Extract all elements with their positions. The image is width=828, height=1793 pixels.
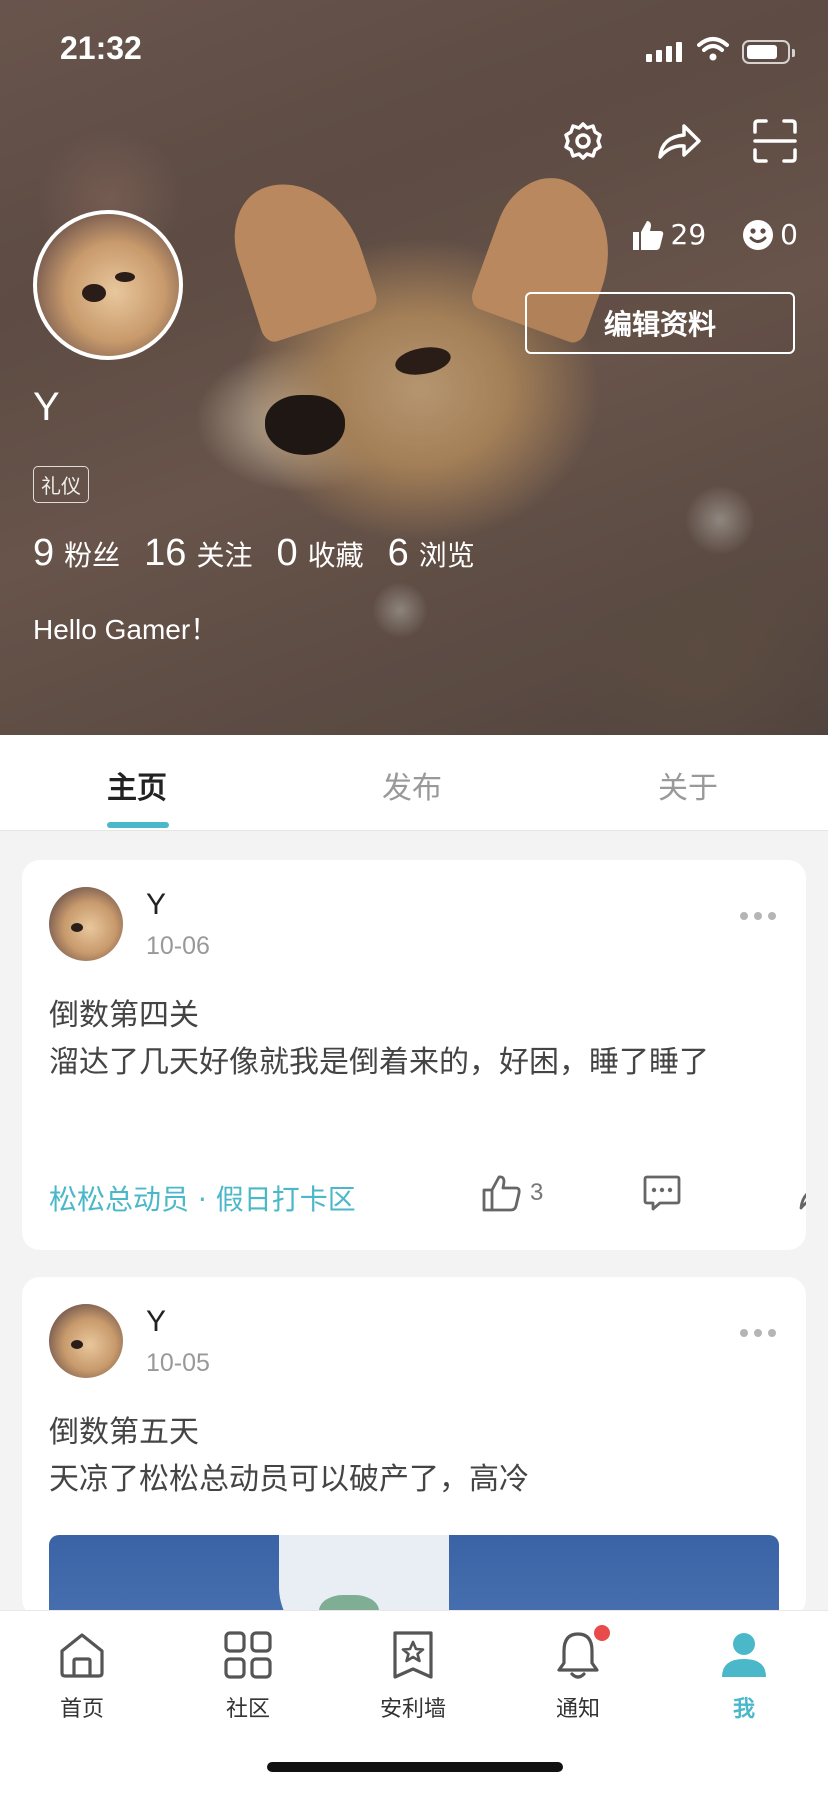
profile-tabs: 主页 发布 关于 — [0, 735, 828, 831]
tab-home[interactable]: 主页 — [107, 763, 167, 807]
bell-icon — [552, 1625, 610, 1681]
nav-label: 首页 — [59, 1697, 104, 1722]
post-title: 倒数第五天 — [49, 1415, 199, 1450]
nav-label: 通知 — [555, 1697, 600, 1722]
stat-followers[interactable]: 9 粉丝 — [33, 532, 120, 575]
nav-label: 安利墙 — [379, 1697, 446, 1722]
cover-image-detail — [265, 395, 345, 455]
profile-avatar[interactable] — [33, 210, 183, 360]
status-time: 21:32 — [60, 30, 142, 66]
likes-stat[interactable]: 29 — [631, 218, 707, 251]
post-author-avatar[interactable] — [49, 1304, 123, 1378]
status-bar: 21:32 — [0, 0, 828, 100]
nav-home[interactable]: 首页 — [27, 1629, 137, 1723]
edit-profile-button[interactable]: 编辑资料 — [525, 292, 795, 354]
home-icon — [56, 1629, 108, 1681]
stat-favorites[interactable]: 0 收藏 — [276, 532, 363, 575]
user-icon — [718, 1629, 770, 1681]
thumbs-up-icon — [632, 220, 663, 250]
stat-label: 收藏 — [307, 539, 364, 572]
share-post-button[interactable] — [722, 1175, 806, 1211]
smile-count: 0 — [780, 218, 798, 251]
nav-notifications[interactable]: 通知 — [523, 1625, 633, 1723]
post-image[interactable] — [49, 1535, 779, 1617]
post-author[interactable]: Y — [146, 888, 166, 922]
tab-posts[interactable]: 发布 — [382, 763, 442, 807]
post-date: 10-05 — [146, 1349, 210, 1377]
post-author-avatar[interactable] — [49, 887, 123, 961]
profile-stats: 9 粉丝 16 关注 0 收藏 6 浏览 — [33, 532, 475, 575]
stat-number: 16 — [144, 532, 187, 574]
signal-icon — [646, 42, 686, 62]
nav-community[interactable]: 社区 — [193, 1629, 303, 1723]
post-topic-link[interactable]: 松松总动员 · 假日打卡区 — [49, 1178, 356, 1218]
battery-icon — [742, 40, 795, 64]
stat-number: 0 — [276, 532, 298, 574]
share-outline-icon — [799, 1193, 806, 1210]
share-icon[interactable] — [656, 118, 702, 164]
stat-following[interactable]: 16 关注 — [144, 532, 252, 575]
scan-icon[interactable] — [752, 118, 798, 164]
user-tag: 礼仪 — [33, 466, 89, 503]
top-actions — [560, 118, 798, 164]
wifi-icon — [697, 36, 729, 66]
like-button[interactable]: 3 — [482, 1174, 602, 1212]
cover-image-detail — [219, 165, 381, 345]
smile-icon — [743, 219, 774, 250]
nav-me[interactable]: 我 — [689, 1629, 799, 1723]
tab-about[interactable]: 关于 — [658, 763, 718, 807]
nav-label: 我 — [732, 1697, 755, 1722]
thumbs-up-outline-icon — [482, 1175, 521, 1212]
post-card[interactable]: Y 10-05 倒数第五天 天凉了松松总动员可以破产了，高冷 — [22, 1277, 806, 1617]
stat-views[interactable]: 6 浏览 — [388, 532, 475, 575]
stat-number: 9 — [33, 532, 55, 574]
more-options-icon[interactable] — [740, 1327, 776, 1339]
cover-image-detail — [393, 343, 453, 379]
profile-username: Y — [33, 385, 60, 429]
post-title: 倒数第四关 — [49, 998, 199, 1033]
star-bookmark-icon — [387, 1629, 439, 1681]
comment-button[interactable] — [602, 1175, 722, 1211]
stat-label: 粉丝 — [64, 539, 121, 572]
post-content: 天凉了松松总动员可以破产了，高冷 — [49, 1462, 529, 1497]
stat-label: 浏览 — [418, 539, 475, 572]
like-count: 3 — [530, 1179, 544, 1206]
active-tab-indicator — [107, 822, 169, 828]
more-options-icon[interactable] — [740, 910, 776, 922]
post-content: 溜达了几天好像就我是倒着来的，好困，睡了睡了 — [49, 1045, 709, 1080]
post-author[interactable]: Y — [146, 1305, 166, 1339]
nav-label: 社区 — [225, 1697, 270, 1722]
stat-label: 关注 — [196, 539, 253, 572]
profile-bio: Hello Gamer！ — [33, 614, 219, 645]
stat-number: 6 — [387, 532, 409, 574]
nav-recommend-wall[interactable]: 安利墙 — [358, 1629, 468, 1723]
likes-count: 29 — [670, 218, 707, 251]
grid-icon — [222, 1629, 274, 1681]
post-actions: 3 — [482, 1174, 806, 1212]
reaction-stats: 29 0 — [631, 218, 798, 251]
smile-stat[interactable]: 0 — [742, 218, 798, 251]
post-date: 10-06 — [146, 932, 210, 960]
gear-icon[interactable] — [560, 118, 606, 164]
notification-badge — [594, 1625, 610, 1641]
comment-icon — [643, 1175, 681, 1211]
post-card[interactable]: Y 10-06 倒数第四关 溜达了几天好像就我是倒着来的，好困，睡了睡了 松松总… — [22, 860, 806, 1250]
home-indicator[interactable] — [267, 1762, 563, 1772]
